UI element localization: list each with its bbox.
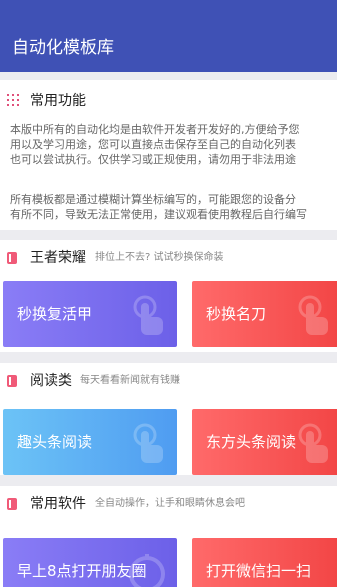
template-button-label: 打开微信扫一扫 bbox=[206, 562, 312, 580]
intro-text-line: 也可以尝试执行。仅供学习或正规使用，请勿用于非法用途 bbox=[10, 153, 296, 166]
clock-icon bbox=[129, 554, 165, 587]
section-subtitle: 排位上不去? 试试秒换保命装 bbox=[95, 252, 224, 263]
tap-hand-icon bbox=[133, 423, 163, 463]
template-button[interactable]: 趣头条阅读 bbox=[3, 409, 177, 475]
section-header: 阅读类 每天看看新闻就有钱赚 bbox=[0, 363, 337, 399]
section-subtitle: 每天看看新闻就有钱赚 bbox=[80, 375, 180, 386]
section-title: 阅读类 bbox=[30, 373, 72, 389]
template-button-label: 秒换名刀 bbox=[206, 305, 267, 323]
template-button[interactable]: 早上8点打开朋友圈 bbox=[3, 538, 177, 587]
template-button[interactable]: 东方头条阅读 bbox=[192, 409, 337, 475]
section-title: 常用软件 bbox=[30, 496, 86, 512]
template-button-label: 东方头条阅读 bbox=[206, 433, 297, 451]
tap-hand-icon bbox=[298, 423, 328, 463]
intro-text-line: 本版中所有的自动化均是由软件开发者开发好的,方便给予您 bbox=[10, 123, 300, 136]
template-button[interactable]: 秒换名刀 bbox=[192, 281, 337, 347]
section-software: 常用软件 全自动操作，让手和眼睛休息会吧 早上8点打开朋友圈 打开微信扫一扫 bbox=[0, 486, 337, 587]
bookmark-icon bbox=[7, 252, 17, 264]
bookmark-icon bbox=[7, 498, 17, 510]
template-button[interactable]: 秒换复活甲 bbox=[3, 281, 177, 347]
template-button[interactable]: 打开微信扫一扫 bbox=[192, 538, 337, 587]
section-game: 王者荣耀 排位上不去? 试试秒换保命装 秒换复活甲 秒换名刀 bbox=[0, 240, 337, 352]
app-title: 自动化模板库 bbox=[12, 38, 114, 58]
intro-card: 常用功能 本版中所有的自动化均是由软件开发者开发好的,方便给予您 用以及学习用途… bbox=[0, 80, 337, 230]
template-button-label: 趣头条阅读 bbox=[17, 433, 93, 451]
app-bar: 自动化模板库 bbox=[0, 24, 337, 72]
section-title: 王者荣耀 bbox=[30, 250, 86, 266]
section-header: 常用软件 全自动操作，让手和眼睛休息会吧 bbox=[0, 486, 337, 522]
tap-hand-icon bbox=[133, 295, 163, 335]
section-read: 阅读类 每天看看新闻就有钱赚 趣头条阅读 东方头条阅读 bbox=[0, 363, 337, 475]
grid-icon bbox=[7, 94, 19, 106]
template-button-label: 秒换复活甲 bbox=[17, 305, 93, 323]
status-bar bbox=[0, 0, 337, 24]
bookmark-icon bbox=[7, 375, 17, 387]
intro-text-line: 用以及学习用途，您可以直接点击保存至自己的自动化列表 bbox=[10, 138, 296, 151]
intro-text-line: 有所不同，导致无法正常使用，建议观看使用教程后自行编写 bbox=[10, 208, 307, 221]
section-header: 王者荣耀 排位上不去? 试试秒换保命装 bbox=[0, 240, 337, 276]
intro-text-line: 所有模板都是通过模糊计算坐标编写的，可能跟您的设备分 bbox=[10, 193, 296, 206]
intro-title: 常用功能 bbox=[30, 93, 86, 109]
section-subtitle: 全自动操作，让手和眼睛休息会吧 bbox=[95, 498, 245, 509]
tap-hand-icon bbox=[298, 295, 328, 335]
